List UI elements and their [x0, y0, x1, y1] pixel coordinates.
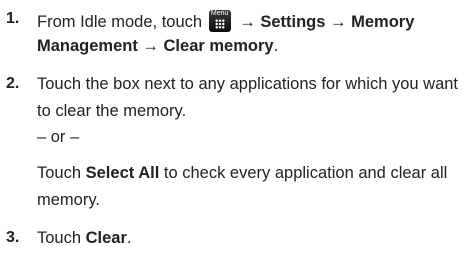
menu-grid-icon: Menu — [208, 10, 231, 32]
menu-icon-grid — [214, 19, 225, 29]
step-1-end: . — [273, 37, 279, 55]
step-2-line-1: Touch the box next to any applications f… — [37, 75, 458, 93]
step-2-line-2: to clear the memory. — [37, 102, 187, 120]
menu-icon-label: Menu — [210, 10, 229, 17]
step-1-line-1: From Idle mode, touch Menu → Settings → … — [37, 10, 414, 32]
step-2-or: – or – — [37, 128, 80, 146]
step-3-number: 3. — [6, 229, 20, 246]
clear-label: Clear — [85, 229, 127, 247]
step-1-path-1: → Settings → Memory — [239, 13, 415, 31]
step-1-text: From Idle mode, touch — [37, 13, 203, 31]
step-2-alt-line-1: Touch Select All to check every applicat… — [37, 164, 447, 183]
select-all-label: Select All — [85, 164, 160, 182]
step-3-end: . — [126, 229, 132, 247]
step-2-alt-post: to check every application and clear all — [163, 164, 448, 182]
step-3-line: Touch Clear. — [37, 229, 132, 248]
step-1-path-2: Management → Clear memory — [37, 37, 274, 55]
step-1-number: 1. — [6, 10, 20, 27]
step-3-pre: Touch — [37, 229, 82, 247]
step-2-alt-pre: Touch — [37, 164, 82, 182]
step-2-alt-line-2: memory. — [37, 191, 100, 209]
step-2-number: 2. — [6, 75, 20, 92]
step-1-line-2: Management → Clear memory. — [37, 37, 278, 56]
